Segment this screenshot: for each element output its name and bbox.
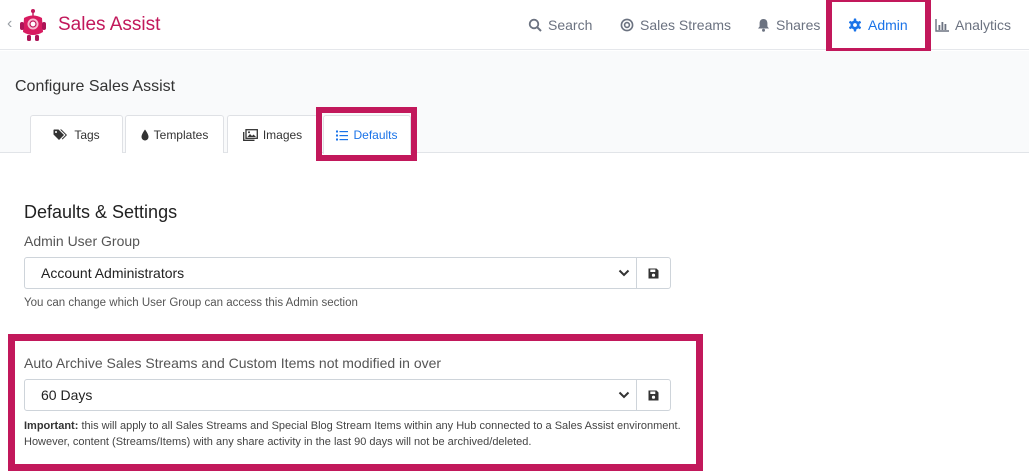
auto-archive-label: Auto Archive Sales Streams and Custom It… bbox=[24, 355, 442, 371]
admin-group-help-text: You can change which User Group can acce… bbox=[24, 297, 358, 309]
drop-icon bbox=[141, 129, 149, 140]
nav-shares[interactable]: Shares bbox=[757, 0, 820, 50]
tab-images[interactable]: Images bbox=[227, 115, 318, 153]
auto-archive-select[interactable]: 60 Days bbox=[24, 379, 637, 411]
tab-templates-label: Templates bbox=[153, 127, 209, 142]
auto-archive-save-button[interactable] bbox=[636, 379, 671, 411]
nav-analytics[interactable]: Analytics bbox=[935, 0, 1011, 50]
defaults-tab-highlight-box bbox=[316, 107, 417, 161]
search-icon bbox=[528, 18, 542, 32]
config-header: Configure Sales Assist Tags Templates Im… bbox=[0, 51, 1029, 154]
tab-images-label: Images bbox=[262, 127, 303, 142]
bell-icon bbox=[758, 19, 769, 32]
admin-group-selected-value: Account Administrators bbox=[41, 265, 185, 281]
tab-tags-label: Tags bbox=[74, 127, 100, 142]
chevron-down-icon bbox=[618, 269, 630, 277]
robot-logo-icon[interactable] bbox=[19, 8, 47, 42]
section-title: Defaults & Settings bbox=[24, 202, 178, 222]
auto-archive-selected-value: 60 Days bbox=[41, 387, 93, 403]
nav-analytics-label: Analytics bbox=[955, 17, 1012, 33]
streams-icon bbox=[620, 18, 634, 32]
page-title: Configure Sales Assist bbox=[15, 78, 176, 95]
admin-group-save-button[interactable] bbox=[636, 257, 671, 289]
save-icon bbox=[648, 390, 659, 400]
chevron-down-icon bbox=[618, 391, 630, 399]
nav-sales-streams[interactable]: Sales Streams bbox=[620, 0, 731, 50]
nav-shares-label: Shares bbox=[776, 17, 821, 33]
app-title[interactable]: Sales Assist bbox=[58, 13, 160, 37]
tab-templates[interactable]: Templates bbox=[125, 115, 224, 153]
nav-search[interactable]: Search bbox=[528, 0, 592, 50]
nav-sales-streams-label: Sales Streams bbox=[640, 17, 732, 33]
tab-tags[interactable]: Tags bbox=[30, 115, 123, 153]
admin-group-select[interactable]: Account Administrators bbox=[24, 257, 637, 289]
images-icon bbox=[242, 128, 258, 141]
tags-icon bbox=[53, 129, 68, 140]
admin-highlight-box bbox=[826, 0, 931, 54]
back-chevron-icon[interactable]: ‹ bbox=[7, 15, 12, 33]
note-important-label: Important: bbox=[24, 420, 79, 432]
bar-chart-icon bbox=[935, 18, 949, 32]
nav-search-label: Search bbox=[548, 17, 593, 33]
save-icon bbox=[648, 268, 659, 278]
note-text: this will apply to all Sales Streams and… bbox=[24, 420, 681, 448]
auto-archive-note: Important: this will apply to all Sales … bbox=[24, 418, 689, 450]
admin-group-label: Admin User Group bbox=[24, 233, 140, 249]
